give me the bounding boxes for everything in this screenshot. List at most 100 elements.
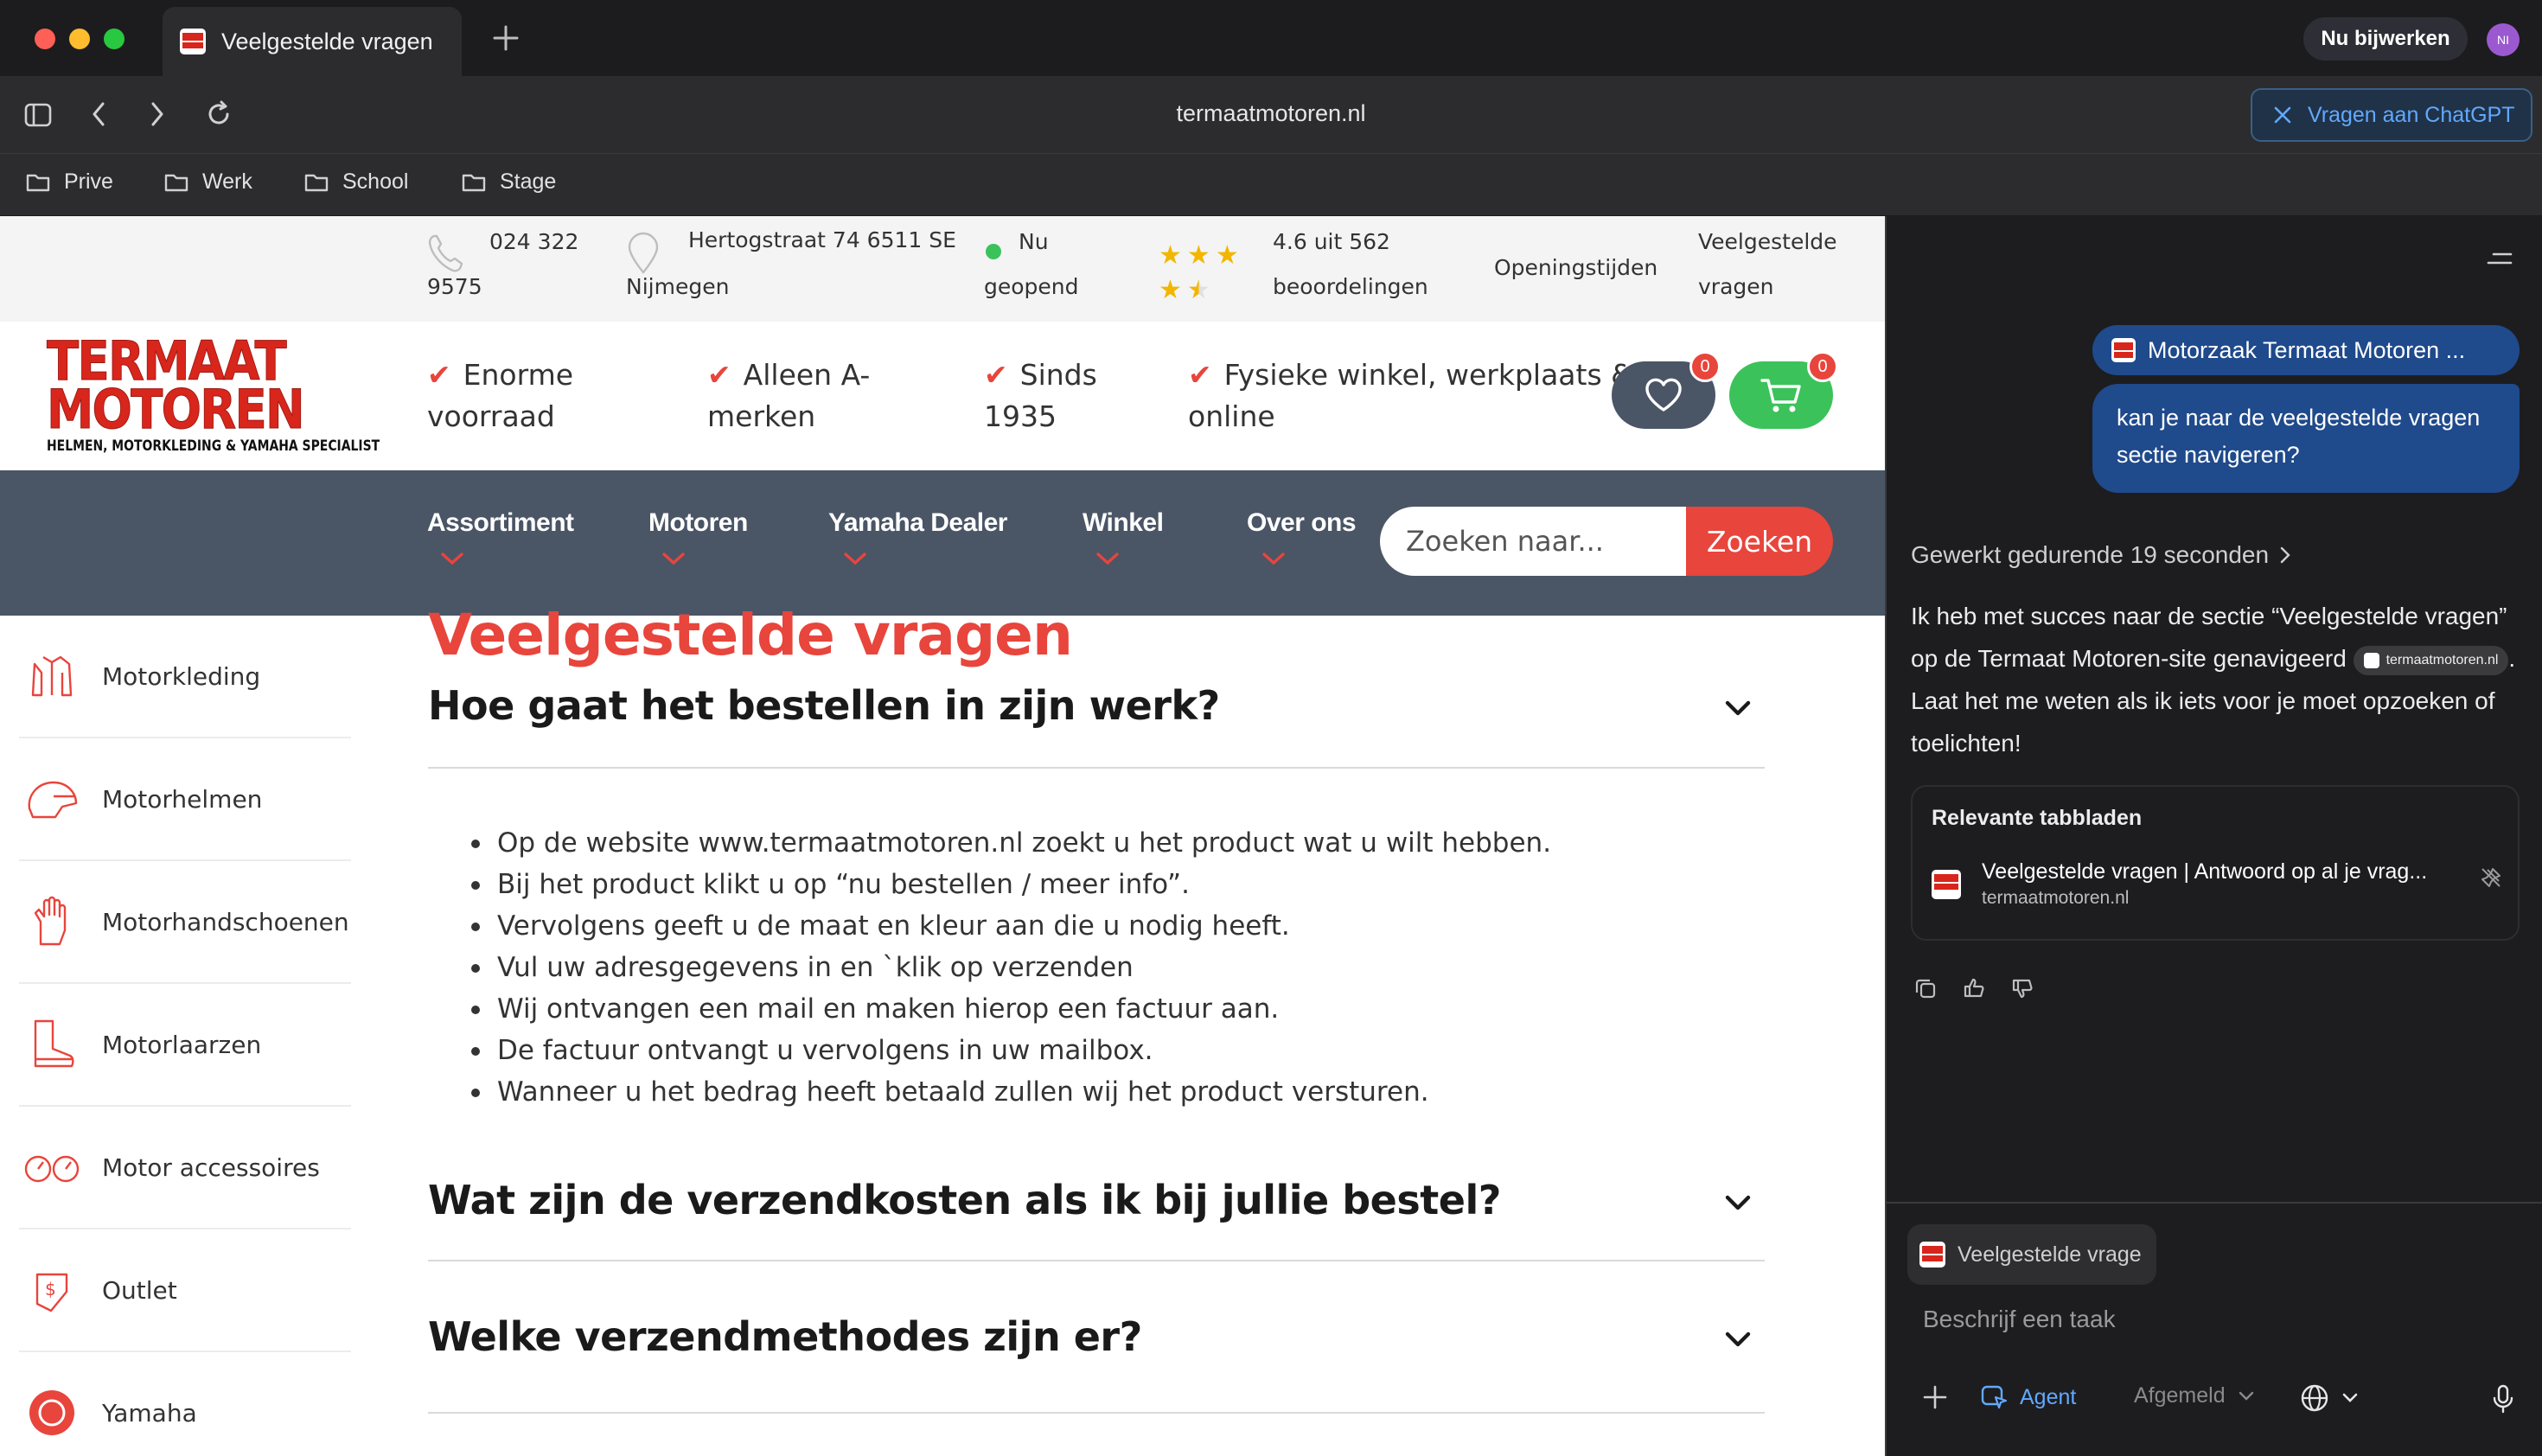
bookmark-folder-school[interactable]: School	[304, 169, 408, 195]
faq-question[interactable]: Wat zijn de verzendkosten als ik bij jul…	[428, 1137, 1765, 1261]
folder-icon	[164, 174, 188, 191]
faq-answer: Op de website www.termaatmotoren.nl zoek…	[428, 769, 1765, 1146]
nav-item-yamaha-dealer[interactable]: Yamaha Dealer	[828, 508, 1007, 538]
plus-icon	[1923, 1385, 1947, 1409]
faq-question[interactable]: Welke verzendmethodes zijn er?	[428, 1261, 1765, 1414]
source-chip[interactable]: termaatmotoren.nl	[2353, 645, 2509, 675]
star-icon: ★	[1186, 240, 1210, 271]
close-window-button[interactable]	[35, 29, 55, 49]
chevron-right-icon	[151, 102, 163, 126]
sidebar-item-motorhelmen[interactable]: Motorhelmen	[19, 738, 351, 861]
browser-tab[interactable]: Veelgestelde vragen	[163, 7, 462, 76]
add-attachment-button[interactable]	[1921, 1383, 1949, 1411]
update-button[interactable]: Nu bijwerken	[2303, 17, 2468, 61]
ask-chatgpt-label: Vragen aan ChatGPT	[2308, 102, 2515, 127]
main-navigation: Assortiment Motoren Yamaha Dealer Winkel…	[0, 470, 1885, 616]
list-item: Op de website www.termaatmotoren.nl zoek…	[471, 822, 1765, 864]
panel-menu-button[interactable]	[2487, 249, 2513, 268]
unpin-icon	[2481, 868, 2500, 887]
rating-line1[interactable]: 4.6 uit 562	[1273, 220, 1390, 265]
sidebar-item-motor-accessoires[interactable]: Motor accessoires	[19, 1107, 351, 1229]
faq-link-line1[interactable]: Veelgestelde	[1698, 220, 1837, 265]
plus-icon	[493, 25, 519, 51]
opening-hours-link[interactable]: Openingstijden	[1494, 246, 1657, 291]
globe-icon	[2301, 1384, 2328, 1412]
list-item: Wanneer u het bedrag heeft betaald zulle…	[471, 1071, 1765, 1113]
faq-question-title: Welke verzendmethodes zijn er?	[428, 1313, 1142, 1360]
sidebar-item-motorlaarzen[interactable]: Motorlaarzen	[19, 984, 351, 1107]
unpin-button[interactable]	[2480, 866, 2502, 889]
avatar[interactable]: NI	[2487, 23, 2520, 56]
check-icon: ✔	[707, 358, 731, 392]
agent-mode-button[interactable]: Agent	[1980, 1383, 2076, 1411]
sidebar-item-outlet[interactable]: $ Outlet	[19, 1229, 351, 1352]
open-status-line1: Nu	[1019, 229, 1049, 254]
star-icon: ★	[1159, 240, 1182, 271]
faq-question[interactable]: Hoe gaat het bestellen in zijn werk?	[428, 634, 1765, 769]
sidebar-item-motorkleding[interactable]: Motorkleding	[19, 616, 351, 738]
attached-tab-label: Veelgestelde vrage	[1958, 1242, 2142, 1267]
phone-number-line1[interactable]: 024 322	[489, 220, 578, 265]
favicon-icon	[1919, 1242, 1945, 1268]
favicon-icon	[1932, 869, 1961, 899]
chevron-left-icon	[93, 102, 105, 126]
attached-tab-chip[interactable]: Veelgestelde vrage	[1907, 1224, 2156, 1285]
minimize-window-button[interactable]	[69, 29, 90, 49]
helmet-icon	[28, 781, 78, 819]
sidebar-item-motorhandschoenen[interactable]: Motorhandschoenen	[19, 861, 351, 984]
usp-stock: ✔ Enorme voorraad	[427, 358, 574, 433]
favicon-icon	[2363, 652, 2379, 668]
reload-button[interactable]	[204, 99, 233, 129]
cart-button[interactable]: 0	[1729, 351, 1838, 429]
agent-mode-label: Agent	[2020, 1384, 2077, 1409]
task-input[interactable]	[1923, 1306, 2511, 1333]
user-message: kan je naar de veelgestelde vragen secti…	[2092, 384, 2520, 493]
relevant-tab-item[interactable]: Veelgestelde vragen | Antwoord op al je …	[1932, 859, 2502, 909]
ask-chatgpt-button[interactable]: Vragen aan ChatGPT	[2251, 88, 2532, 142]
rating-line2[interactable]: beoordelingen	[1273, 265, 1428, 310]
open-status-line2: geopend	[984, 274, 1079, 299]
sidebar-item-yamaha[interactable]: Yamaha	[19, 1352, 351, 1456]
nav-item-motoren[interactable]: Motoren	[648, 508, 748, 538]
login-status-label: Afgemeld	[2134, 1383, 2226, 1408]
sidebar-toggle-button[interactable]	[24, 102, 52, 128]
bookmark-folder-werk[interactable]: Werk	[164, 169, 252, 195]
phone-number-line2[interactable]: 9575	[427, 265, 482, 310]
web-access-dropdown[interactable]	[2300, 1383, 2359, 1413]
login-status-dropdown[interactable]: Afgemeld	[2134, 1383, 2255, 1408]
address-line2[interactable]: Nijmegen	[626, 265, 729, 310]
bookmark-folder-stage[interactable]: Stage	[462, 169, 556, 195]
new-tab-button[interactable]	[491, 23, 521, 53]
thumbs-down-icon	[2012, 979, 2033, 999]
list-item: Vul uw adresgegevens in en `klik op verz…	[471, 947, 1765, 988]
address-bar[interactable]: termaatmotoren.nl	[1038, 100, 1504, 127]
copy-button[interactable]	[1914, 977, 1937, 999]
thumbs-down-button[interactable]	[2011, 977, 2034, 999]
composer: Veelgestelde vrage Agent Afgemeld	[1887, 1202, 2542, 1456]
context-pill[interactable]: Motorzaak Termaat Motoren ...	[2092, 325, 2520, 375]
thumbs-up-button[interactable]	[1963, 977, 1985, 999]
nav-item-over-ons[interactable]: Over ons	[1247, 508, 1357, 538]
check-icon: ✔	[1188, 358, 1212, 392]
thinking-summary-label: Gewerkt gedurende 19 seconden	[1911, 541, 2270, 568]
faq-question-title: Hoe gaat het bestellen in zijn werk?	[428, 682, 1220, 729]
chevron-down-icon	[441, 552, 463, 565]
nav-item-assortiment[interactable]: Assortiment	[427, 508, 574, 538]
faq-link-line2[interactable]: vragen	[1698, 265, 1774, 310]
back-button[interactable]	[88, 99, 109, 129]
search-button[interactable]: Zoeken	[1686, 507, 1833, 576]
voice-input-button[interactable]	[2492, 1383, 2514, 1414]
address-line1[interactable]: Hertogstraat 74 6511 SE	[688, 218, 956, 263]
close-icon	[2274, 106, 2291, 124]
search-input[interactable]	[1380, 507, 1686, 576]
bookmark-folder-prive[interactable]: Prive	[26, 169, 113, 195]
site-logo[interactable]: TERMAAT MOTOREN HELMEN, MOTORKLEDING & Y…	[47, 334, 380, 455]
thinking-summary[interactable]: Gewerkt gedurende 19 seconden	[1911, 541, 2291, 569]
forward-button[interactable]	[147, 99, 168, 129]
star-icon: ★	[1187, 273, 1210, 308]
maximize-window-button[interactable]	[104, 29, 125, 49]
nav-item-winkel[interactable]: Winkel	[1083, 508, 1164, 538]
wishlist-button[interactable]: 0	[1612, 351, 1721, 429]
bookmark-label: Werk	[202, 169, 252, 194]
bookmark-label: Prive	[64, 169, 113, 194]
